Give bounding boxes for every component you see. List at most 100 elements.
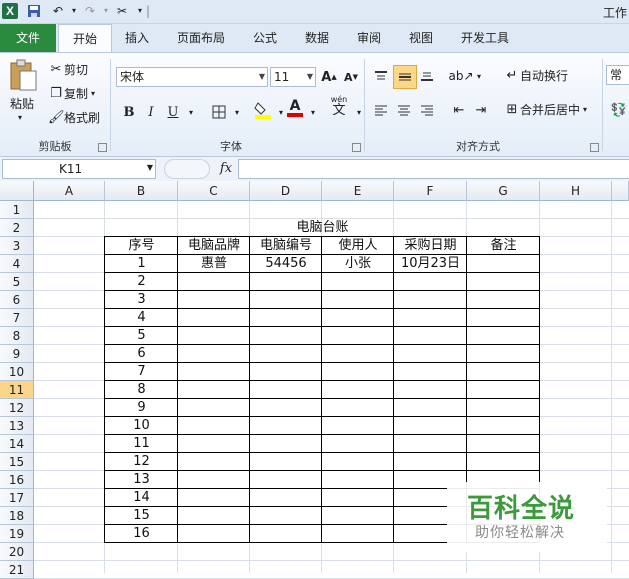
header-cell-e[interactable]: 使用人 (322, 237, 394, 255)
column-header-b[interactable]: B (105, 181, 178, 201)
insert-function-icon[interactable]: fx (216, 159, 236, 179)
orientation-dropdown-icon[interactable]: ▾ (468, 65, 490, 87)
increase-indent-icon[interactable]: ⇥ (470, 99, 492, 121)
cell-b13[interactable]: 10 (105, 417, 178, 435)
column-header-a[interactable]: A (34, 181, 105, 201)
row-header-17[interactable]: 17 (0, 489, 34, 507)
bold-button[interactable]: B (118, 101, 140, 123)
tab-page-layout[interactable]: 页面布局 (168, 24, 234, 52)
shrink-font-button[interactable]: A ▼ (340, 66, 362, 88)
font-name-combo[interactable]: 宋体 ▼ (116, 67, 268, 87)
formula-input[interactable] (238, 159, 629, 179)
cell-b19[interactable]: 16 (105, 525, 178, 543)
underline-dropdown-icon[interactable]: ▾ (180, 101, 202, 123)
number-format-combo[interactable]: 常规 (606, 65, 629, 85)
tab-formulas[interactable]: 公式 (244, 24, 286, 52)
row-header-14[interactable]: 14 (0, 435, 34, 453)
italic-button[interactable]: I (140, 101, 162, 123)
row-header-10[interactable]: 10 (0, 363, 34, 381)
select-all-corner[interactable] (0, 181, 34, 201)
row-header-19[interactable]: 19 (0, 525, 34, 543)
cell-b18[interactable]: 15 (105, 507, 178, 525)
header-cell-c[interactable]: 电脑品牌 (178, 237, 250, 255)
copy-button[interactable]: ❐ 复制 ▾ (48, 85, 95, 102)
clipboard-launcher-icon[interactable] (98, 143, 107, 152)
undo-dropdown-icon[interactable]: ▾ (66, 3, 82, 19)
borders-dropdown-icon[interactable]: ▾ (226, 101, 248, 123)
header-cell-f[interactable]: 采购日期 (394, 237, 467, 255)
tab-home[interactable]: 开始 (58, 24, 112, 54)
row-header-15[interactable]: 15 (0, 453, 34, 471)
tab-file[interactable]: 文件 (0, 24, 56, 52)
row-header-20[interactable]: 20 (0, 543, 34, 561)
cell-b14[interactable]: 11 (105, 435, 178, 453)
cell-b8[interactable]: 5 (105, 327, 178, 345)
paste-icon[interactable] (8, 59, 38, 91)
header-cell-d[interactable]: 电脑编号 (250, 237, 322, 255)
cell-b17[interactable]: 14 (105, 489, 178, 507)
cell-b4[interactable]: 1 (105, 255, 178, 273)
row-header-11[interactable]: 11 (0, 381, 34, 399)
cell-b12[interactable]: 9 (105, 399, 178, 417)
cell-d4[interactable]: 54456 (250, 255, 322, 273)
row-header-13[interactable]: 13 (0, 417, 34, 435)
row-header-5[interactable]: 5 (0, 273, 34, 291)
cell-e4[interactable]: 小张 (322, 255, 394, 273)
row-header-2[interactable]: 2 (0, 219, 34, 237)
cell-b16[interactable]: 13 (105, 471, 178, 489)
align-top-icon[interactable] (370, 65, 392, 87)
font-size-combo[interactable]: 11 ▼ (270, 67, 316, 87)
row-header-7[interactable]: 7 (0, 309, 34, 327)
tab-data[interactable]: 数据 (296, 24, 338, 52)
cut-button[interactable]: ✂ 剪切 (48, 61, 88, 78)
column-header-c[interactable]: C (178, 181, 250, 201)
tab-developer[interactable]: 开发工具 (452, 24, 518, 52)
save-icon[interactable] (26, 3, 42, 19)
merge-center-button[interactable]: ⊞ 合并后居中 ▾ (504, 101, 587, 118)
column-header-g[interactable]: G (467, 181, 540, 201)
paste-dropdown-icon[interactable]: ▾ (18, 113, 22, 122)
row-header-3[interactable]: 3 (0, 237, 34, 255)
cell-b11[interactable]: 8 (105, 381, 178, 399)
row-header-18[interactable]: 18 (0, 507, 34, 525)
column-header-f[interactable]: F (394, 181, 467, 201)
align-middle-icon[interactable] (393, 65, 417, 89)
cell-b6[interactable]: 3 (105, 291, 178, 309)
tab-insert[interactable]: 插入 (116, 24, 158, 52)
align-right-icon[interactable] (416, 99, 438, 121)
row-header-6[interactable]: 6 (0, 291, 34, 309)
header-cell-b[interactable]: 序号 (105, 237, 178, 255)
header-cell-g[interactable]: 备注 (467, 237, 540, 255)
tab-review[interactable]: 审阅 (348, 24, 390, 52)
phonetic-dropdown-icon[interactable]: ▾ (348, 101, 370, 123)
row-header-12[interactable]: 12 (0, 399, 34, 417)
align-left-icon[interactable] (370, 99, 392, 121)
font-launcher-icon[interactable] (352, 143, 361, 152)
undo-icon[interactable]: ↶ (50, 3, 66, 19)
cell-g4[interactable] (467, 255, 540, 273)
cell-b9[interactable]: 6 (105, 345, 178, 363)
cell-b5[interactable]: 2 (105, 273, 178, 291)
column-header-e[interactable]: E (322, 181, 394, 201)
format-painter-button[interactable]: 🖌 格式刷 (48, 109, 100, 126)
cell-b7[interactable]: 4 (105, 309, 178, 327)
align-center-icon[interactable] (393, 99, 415, 121)
row-header-8[interactable]: 8 (0, 327, 34, 345)
row-header-1[interactable]: 1 (0, 201, 34, 219)
paste-button[interactable]: 粘贴 (10, 95, 34, 112)
cell-b15[interactable]: 12 (105, 453, 178, 471)
table-title-cell[interactable]: 电脑台账 (105, 219, 540, 237)
row-header-4[interactable]: 4 (0, 255, 34, 273)
decrease-indent-icon[interactable]: ⇤ (448, 99, 470, 121)
name-box[interactable]: K11 ▼ (2, 159, 156, 179)
row-header-21[interactable]: 21 (0, 561, 34, 579)
currency-format-icon[interactable]: 💱 (608, 99, 629, 121)
column-header-d[interactable]: D (250, 181, 322, 201)
formula-bar-grip[interactable] (164, 159, 210, 179)
align-bottom-icon[interactable] (416, 65, 438, 87)
cell-f4[interactable]: 10月23日 (394, 255, 467, 273)
column-header-h[interactable]: H (540, 181, 612, 201)
tab-view[interactable]: 视图 (400, 24, 442, 52)
wrap-text-button[interactable]: ↵ 自动换行 (504, 67, 568, 84)
font-color-dropdown-icon[interactable]: ▾ (302, 101, 324, 123)
